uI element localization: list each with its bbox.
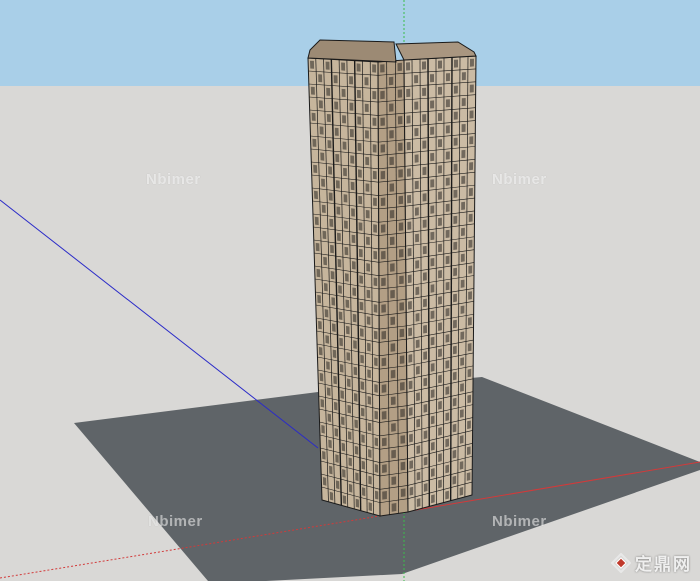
watermark-top-right: Nbimer	[492, 171, 547, 188]
tower-roof-left	[307, 39, 397, 63]
3d-viewport[interactable]: Nbimer Nbimer Nbimer Nbimer 定鼎网	[0, 0, 700, 581]
watermark-bottom-left: Nbimer	[148, 513, 203, 530]
diamond-logo-icon	[611, 552, 631, 573]
site-logo: 定鼎网	[611, 550, 692, 575]
logo-text: 定鼎网	[635, 555, 692, 575]
3d-scene[interactable]	[0, 0, 700, 581]
watermark-bottom-right: Nbimer	[492, 513, 547, 530]
watermark-top-left: Nbimer	[146, 171, 201, 188]
tower-building[interactable]	[307, 39, 477, 517]
